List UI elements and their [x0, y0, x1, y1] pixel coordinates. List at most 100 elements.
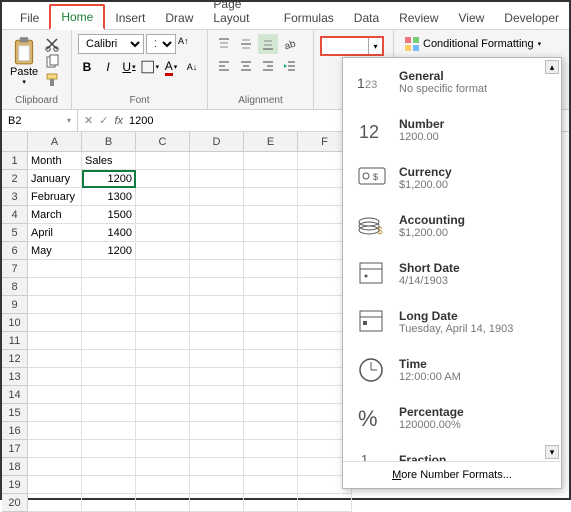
cell[interactable]	[28, 494, 82, 512]
cell[interactable]	[244, 188, 298, 206]
cell[interactable]	[136, 440, 190, 458]
cell[interactable]	[190, 440, 244, 458]
cell[interactable]	[190, 494, 244, 512]
format-option-percentage[interactable]: %Percentage120000.00%	[343, 394, 561, 442]
format-option-time[interactable]: Time12:00:00 AM	[343, 346, 561, 394]
cell[interactable]	[190, 170, 244, 188]
cell[interactable]: February	[28, 188, 82, 206]
cell[interactable]	[28, 476, 82, 494]
cell[interactable]	[82, 404, 136, 422]
cell[interactable]: 1400	[82, 224, 136, 242]
fx-icon[interactable]: fx	[114, 115, 123, 127]
align-bottom-icon[interactable]	[258, 34, 278, 54]
cell[interactable]	[190, 296, 244, 314]
tab-home[interactable]: Home	[49, 4, 105, 30]
cell[interactable]	[244, 476, 298, 494]
row-header[interactable]: 8	[2, 278, 28, 296]
cell[interactable]	[190, 188, 244, 206]
border-button[interactable]: ▾	[141, 57, 159, 77]
cell[interactable]	[190, 260, 244, 278]
row-header[interactable]: 20	[2, 494, 28, 512]
align-center-icon[interactable]	[236, 56, 256, 76]
paste-button[interactable]: Paste ▾	[8, 34, 40, 94]
format-option-accounting[interactable]: $Accounting$1,200.00	[343, 202, 561, 250]
cell[interactable]	[136, 350, 190, 368]
cell[interactable]	[244, 242, 298, 260]
font-name-select[interactable]: Calibri	[78, 34, 144, 54]
more-number-formats[interactable]: More Number Formats...	[343, 461, 561, 488]
grow-font-icon[interactable]: A↑	[178, 36, 194, 52]
cell[interactable]	[136, 260, 190, 278]
formula-input[interactable]: 1200	[129, 115, 153, 127]
cell[interactable]	[136, 332, 190, 350]
cell[interactable]: April	[28, 224, 82, 242]
cell[interactable]	[244, 404, 298, 422]
cell[interactable]	[136, 242, 190, 260]
cell[interactable]	[28, 332, 82, 350]
row-header[interactable]: 17	[2, 440, 28, 458]
italic-button[interactable]: I	[99, 57, 117, 77]
row-header[interactable]: 10	[2, 314, 28, 332]
cell[interactable]	[82, 386, 136, 404]
cell[interactable]	[244, 332, 298, 350]
bold-button[interactable]: B	[78, 57, 96, 77]
cell[interactable]	[136, 422, 190, 440]
cell[interactable]	[136, 368, 190, 386]
row-header[interactable]: 2	[2, 170, 28, 188]
tab-data[interactable]: Data	[344, 7, 389, 29]
row-header[interactable]: 16	[2, 422, 28, 440]
cell[interactable]	[136, 296, 190, 314]
cell[interactable]	[136, 314, 190, 332]
cell[interactable]	[136, 386, 190, 404]
tab-file[interactable]: File	[10, 7, 49, 29]
scroll-down-icon[interactable]: ▾	[545, 445, 559, 459]
cell[interactable]	[136, 188, 190, 206]
cell[interactable]	[28, 440, 82, 458]
tab-developer[interactable]: Developer	[494, 7, 569, 29]
cell[interactable]	[190, 152, 244, 170]
cell[interactable]	[190, 278, 244, 296]
cell[interactable]	[28, 404, 82, 422]
cell[interactable]	[82, 368, 136, 386]
format-option-fraction[interactable]: 12Fraction1200	[343, 442, 561, 461]
format-option-currency[interactable]: $Currency$1,200.00	[343, 154, 561, 202]
cell[interactable]: Month	[28, 152, 82, 170]
orientation-icon[interactable]: ab	[280, 34, 300, 54]
cell[interactable]	[190, 206, 244, 224]
cell[interactable]: January	[28, 170, 82, 188]
cell[interactable]	[136, 152, 190, 170]
cell[interactable]: 1300	[82, 188, 136, 206]
tab-insert[interactable]: Insert	[105, 7, 155, 29]
cell[interactable]	[244, 440, 298, 458]
row-header[interactable]: 12	[2, 350, 28, 368]
cell[interactable]	[244, 170, 298, 188]
row-header[interactable]: 6	[2, 242, 28, 260]
cell[interactable]	[190, 242, 244, 260]
cell[interactable]	[244, 494, 298, 512]
cell[interactable]	[244, 224, 298, 242]
cell[interactable]	[190, 368, 244, 386]
format-option-short-date[interactable]: Short Date4/14/1903	[343, 250, 561, 298]
cell[interactable]	[28, 314, 82, 332]
cell[interactable]	[136, 278, 190, 296]
cell[interactable]	[190, 476, 244, 494]
cell[interactable]	[244, 278, 298, 296]
scroll-up-icon[interactable]: ▴	[545, 60, 559, 74]
row-header[interactable]: 9	[2, 296, 28, 314]
font-color-button[interactable]: A▾	[162, 57, 180, 77]
cell[interactable]	[244, 350, 298, 368]
indent-icon[interactable]	[280, 56, 300, 76]
tab-draw[interactable]: Draw	[155, 7, 203, 29]
column-header[interactable]: B	[82, 132, 136, 152]
column-header[interactable]: C	[136, 132, 190, 152]
tab-page-layout[interactable]: Page Layout	[203, 0, 273, 29]
cell[interactable]	[28, 350, 82, 368]
row-header[interactable]: 1	[2, 152, 28, 170]
column-header[interactable]: E	[244, 132, 298, 152]
cell[interactable]	[82, 350, 136, 368]
align-left-icon[interactable]	[214, 56, 234, 76]
align-top-icon[interactable]	[214, 34, 234, 54]
cell[interactable]	[136, 404, 190, 422]
align-right-icon[interactable]	[258, 56, 278, 76]
format-painter-icon[interactable]	[44, 72, 60, 88]
